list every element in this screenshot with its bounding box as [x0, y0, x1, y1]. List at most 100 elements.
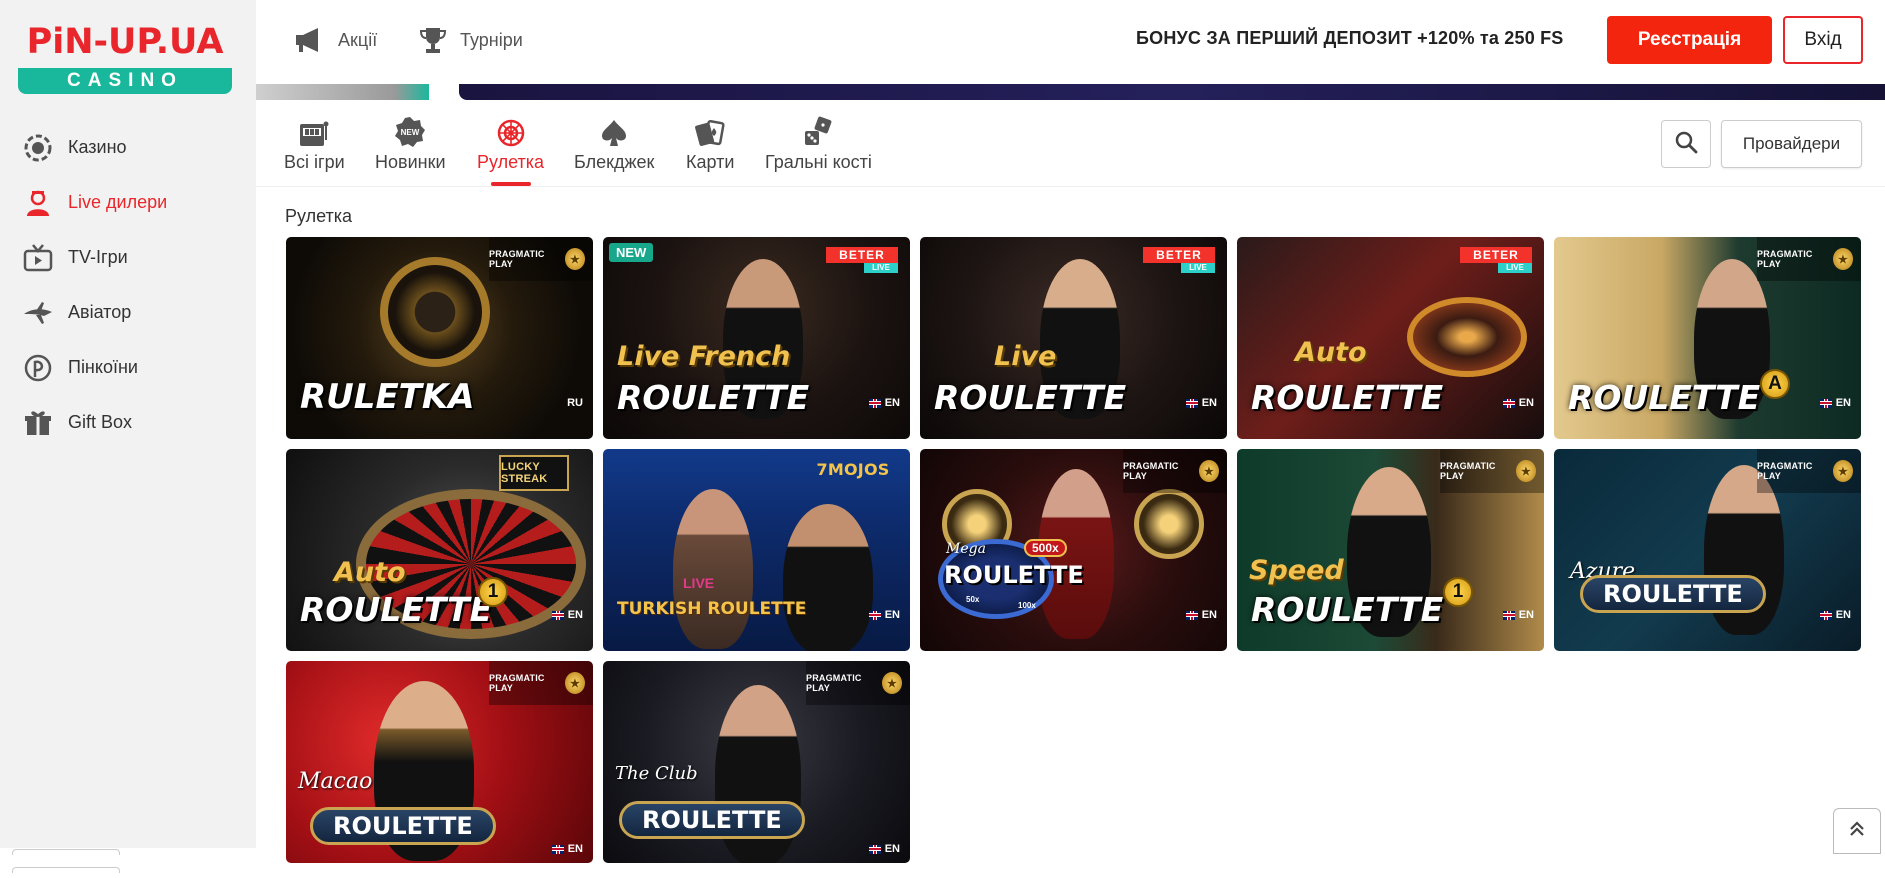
mini-multiplier-right: 100x [1018, 601, 1036, 610]
scroll-to-top-button[interactable] [1833, 808, 1881, 854]
game-title: ROULETTE [944, 561, 1084, 589]
language-badge: EN [1502, 609, 1534, 621]
language-badge: EN [1819, 609, 1851, 621]
pragmatic-coin-icon: ★ [1833, 460, 1853, 482]
svg-text:NEW: NEW [401, 128, 420, 137]
tab-dice[interactable]: Гральні кості [765, 114, 872, 184]
sidebar-bottom-tab[interactable] [12, 849, 120, 855]
language-code: EN [567, 609, 583, 621]
game-card[interactable]: BETER LIVE Auto ROULETTE EN [1237, 237, 1544, 439]
search-button[interactable] [1661, 120, 1711, 168]
pragmatic-coin-icon: ★ [1199, 460, 1219, 482]
table-marker: A [1760, 369, 1790, 399]
dice-icon [802, 114, 834, 148]
pragmatic-coin-icon: ★ [565, 672, 585, 694]
search-icon [1674, 130, 1698, 159]
tab-blackjack[interactable]: Блекджек [574, 114, 654, 184]
sidebar-bottom-buttons [12, 842, 240, 873]
sidebar-item-gift-box[interactable]: Gift Box [0, 395, 256, 450]
new-badge-icon: NEW [394, 114, 426, 148]
sidebar-item-pincoins[interactable]: Пінкоїни [0, 340, 256, 395]
tab-roulette[interactable]: Рулетка [477, 114, 545, 186]
language-code: EN [1835, 609, 1851, 621]
sidebar-item-label: Авіатор [68, 302, 132, 322]
language-code: EN [567, 843, 583, 855]
dealer-figure [783, 504, 873, 651]
chip-icon [22, 132, 54, 164]
game-title: ROULETTE [1251, 378, 1444, 417]
sidebar-item-tv-games[interactable]: TV-Ігри [0, 230, 256, 285]
game-title: ROULETTE [310, 807, 496, 845]
provider-logo: PRAGMATIC PLAY ★ [489, 237, 593, 281]
tab-label: Рулетка [477, 152, 545, 172]
provider-logo: PRAGMATIC PLAY ★ [1123, 449, 1227, 493]
gift-icon [22, 407, 54, 439]
game-card[interactable]: PRAGMATIC PLAY ★ The Club ROULETTE EN [603, 661, 910, 863]
language-badge: EN [868, 397, 900, 409]
tournaments-link[interactable]: Турніри [418, 25, 523, 55]
providers-button[interactable]: Провайдери [1721, 120, 1862, 168]
sidebar-item-label: Gift Box [68, 412, 133, 432]
uk-flag-icon [1502, 398, 1515, 408]
game-subtitle: Mega [946, 541, 986, 557]
language-code: EN [884, 843, 900, 855]
provider-sub: LIVE [1498, 263, 1532, 273]
sidebar-item-casino[interactable]: Казино [0, 120, 256, 175]
game-card[interactable]: PRAGMATIC PLAY ★ Macao ROULETTE EN [286, 661, 593, 863]
game-card[interactable]: PRAGMATIC PLAY ★ Mega ROULETTE 500x 50x 1… [920, 449, 1227, 651]
double-chevron-up-icon [1847, 819, 1867, 844]
tab-cards[interactable]: Карти [686, 114, 734, 184]
language-badge: EN [1185, 397, 1217, 409]
game-card[interactable]: PRAGMATIC PLAY ★ Speed ROULETTE 1 EN [1237, 449, 1544, 651]
uk-flag-icon [868, 610, 881, 620]
promos-link[interactable]: Акції [294, 25, 377, 55]
game-card[interactable]: LUCKY STREAK Auto ROULETTE 1 EN [286, 449, 593, 651]
provider-logo: BETER LIVE [826, 247, 898, 273]
sidebar-item-live-dealers[interactable]: Live дилери [0, 175, 256, 230]
banner-slide-prev[interactable] [256, 84, 429, 100]
bonus-banner-text[interactable]: БОНУС ЗА ПЕРШИЙ ДЕПОЗИТ +120% та 250 FS [1136, 28, 1564, 49]
table-marker: 1 [1443, 577, 1473, 607]
mini-multiplier-left: 50x [966, 595, 980, 604]
provider-logo: PRAGMATIC PLAY ★ [489, 661, 593, 705]
logo-subtitle: CASINO [18, 68, 232, 94]
roulette-icon [496, 114, 526, 148]
language-badge: EN [868, 843, 900, 855]
provider-logo: PRAGMATIC PLAY ★ [1757, 449, 1861, 493]
game-card[interactable]: PRAGMATIC PLAY ★ Azure ROULETTE EN [1554, 449, 1861, 651]
uk-flag-icon [1185, 398, 1198, 408]
language-code: EN [884, 609, 900, 621]
tab-all-games[interactable]: Всі ігри [284, 114, 345, 184]
register-button[interactable]: Реєстрація [1607, 16, 1772, 64]
game-card[interactable]: BETER LIVE Live ROULETTE EN [920, 237, 1227, 439]
game-subtitle: Live French [617, 341, 791, 372]
tournaments-label: Турніри [460, 29, 523, 50]
sidebar-item-label: Казино [68, 137, 127, 157]
sidebar-item-label: TV-Ігри [68, 247, 128, 267]
language-badge: EN [1819, 397, 1851, 409]
logo[interactable]: PiN-UP.UA CASINO [18, 20, 232, 94]
uk-flag-icon [868, 398, 881, 408]
sidebar-item-aviator[interactable]: Авіатор [0, 285, 256, 340]
tab-new[interactable]: NEW Новинки [375, 114, 446, 184]
game-subtitle: Auto [334, 557, 406, 588]
language-code: EN [884, 397, 900, 409]
login-button[interactable]: Вхід [1783, 16, 1863, 64]
language-code: EN [1201, 609, 1217, 621]
table-marker: 1 [478, 577, 508, 607]
provider-name: 7MOJOS [816, 459, 890, 479]
game-card[interactable]: PRAGMATIC PLAY ★ RULETKA RU [286, 237, 593, 439]
game-card[interactable]: NEW BETER LIVE Live French ROULETTE EN [603, 237, 910, 439]
spade-icon [599, 114, 629, 148]
dealer-icon [22, 187, 54, 219]
pragmatic-coin-icon: ★ [1833, 248, 1853, 270]
banner-slide-current[interactable] [459, 84, 1885, 100]
sidebar-bottom-tab[interactable] [12, 867, 120, 873]
game-subtitle: Live [994, 341, 1057, 372]
provider-name: PRAGMATIC PLAY [806, 673, 862, 693]
game-card[interactable]: PRAGMATIC PLAY ★ ROULETTE A EN [1554, 237, 1861, 439]
provider-logo: BETER LIVE [1143, 247, 1215, 273]
provider-name: PRAGMATIC PLAY [1440, 461, 1496, 481]
provider-name: PRAGMATIC PLAY [1757, 249, 1813, 269]
game-card[interactable]: 7MOJOS LIVE TURKISH ROULETTE EN [603, 449, 910, 651]
